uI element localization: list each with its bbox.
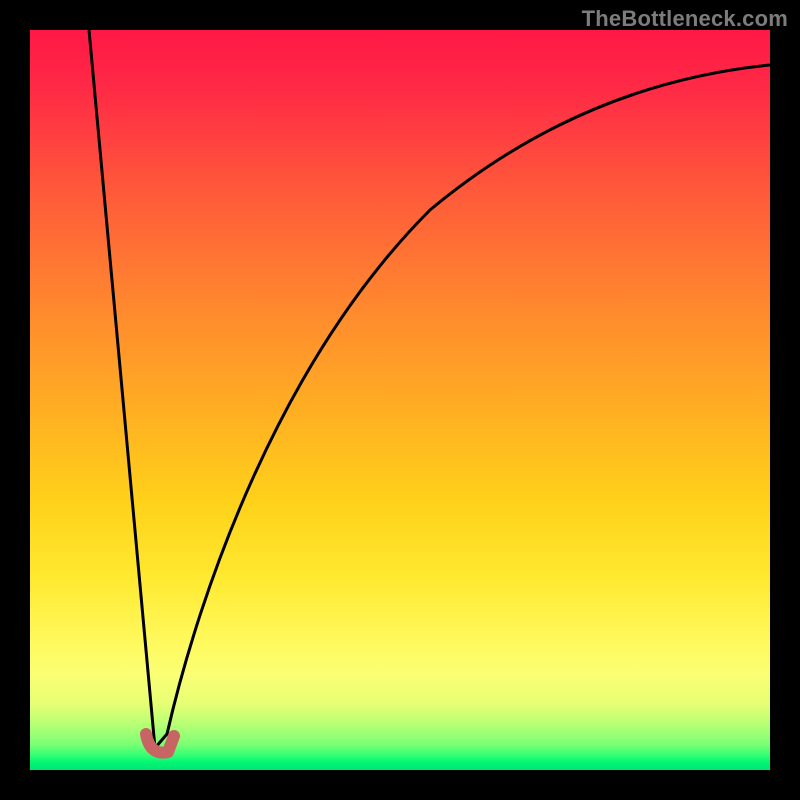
watermark-text: TheBottleneck.com <box>582 6 788 32</box>
bottleneck-curve <box>89 30 770 748</box>
plot-area <box>30 30 770 770</box>
curve-layer <box>30 30 770 770</box>
chart-frame: TheBottleneck.com <box>0 0 800 800</box>
